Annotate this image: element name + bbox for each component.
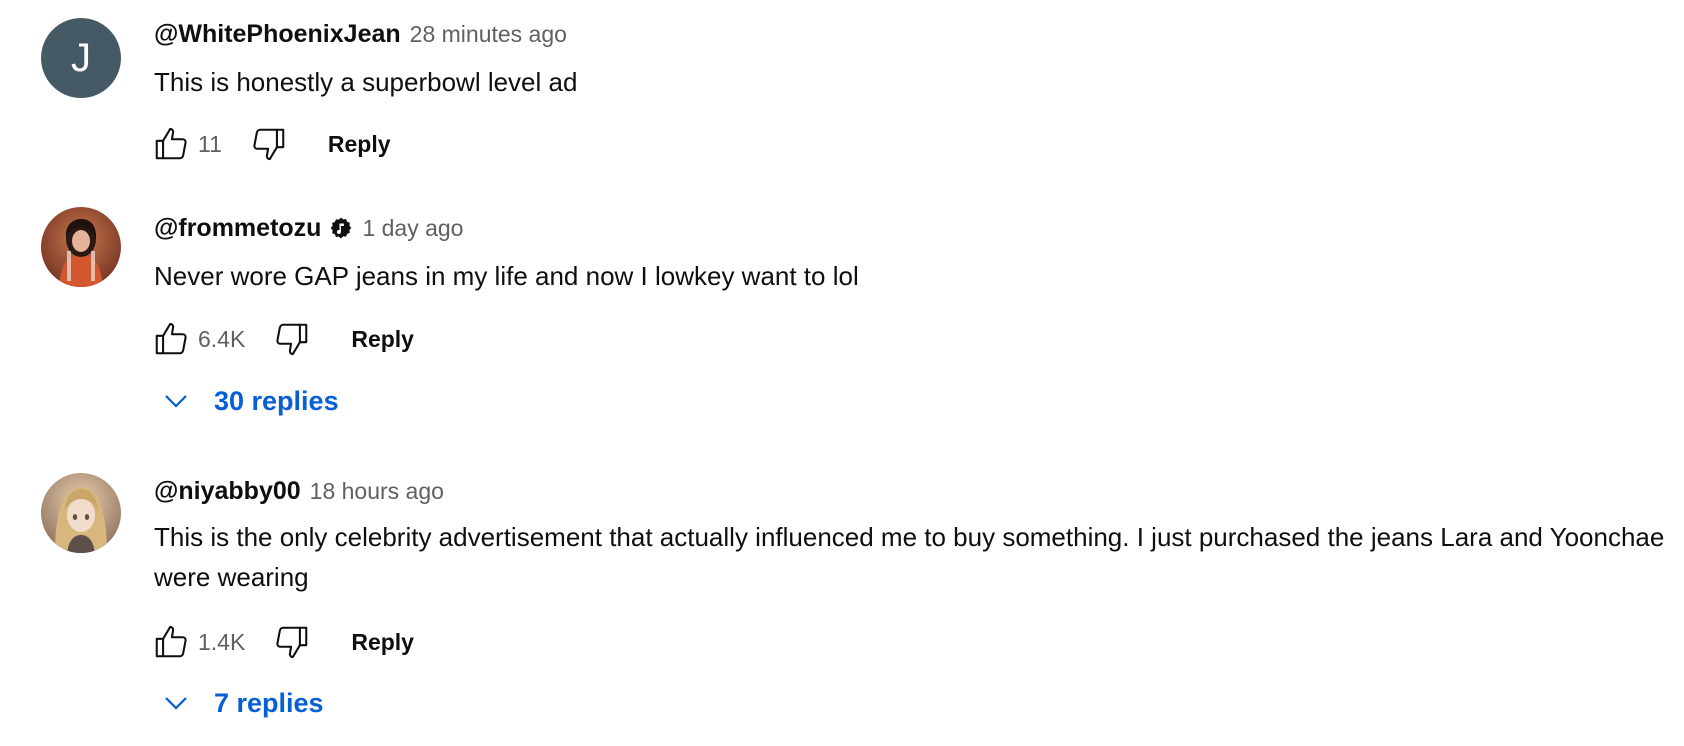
comment-timestamp[interactable]: 28 minutes ago — [410, 21, 567, 48]
reply-button[interactable]: Reply — [351, 326, 414, 353]
comment-header: @WhitePhoenixJean 28 minutes ago — [154, 20, 567, 49]
thumbs-up-icon — [155, 322, 187, 355]
view-replies-button[interactable]: 30 replies — [160, 385, 339, 417]
comment-header: @frommetozu 1 day ago — [154, 212, 463, 243]
avatar[interactable]: J — [41, 18, 121, 98]
comment-actions: 1.4K Reply — [150, 620, 414, 664]
thumbs-up-icon — [155, 127, 187, 160]
comment-timestamp[interactable]: 18 hours ago — [310, 478, 444, 505]
replies-count-label: 7 replies — [214, 687, 324, 718]
comment-header: @niyabby00 18 hours ago — [154, 477, 444, 506]
thumbs-up-icon — [155, 625, 187, 658]
like-button[interactable] — [150, 318, 192, 360]
dislike-button[interactable] — [271, 318, 313, 360]
like-count: 6.4K — [198, 325, 246, 352]
avatar-photo — [41, 473, 121, 553]
replies-count-label: 30 replies — [214, 385, 339, 416]
reply-button[interactable]: Reply — [351, 629, 414, 656]
comment-text: This is the only celebrity advertisement… — [154, 522, 1665, 592]
thumbs-down-icon — [253, 128, 285, 161]
avatar-photo — [41, 207, 121, 287]
comment-actions: 11 Reply — [150, 122, 391, 166]
avatar-initial: J — [71, 35, 91, 80]
like-button[interactable] — [150, 123, 192, 165]
like-count: 1.4K — [198, 628, 246, 655]
dislike-button[interactable] — [271, 621, 313, 663]
avatar[interactable] — [41, 207, 121, 287]
author-name[interactable]: @WhitePhoenixJean — [154, 20, 401, 49]
dislike-button[interactable] — [248, 123, 290, 165]
music-note-badge-icon — [329, 216, 353, 240]
comment-actions: 6.4K Reply — [150, 317, 414, 361]
author-name[interactable]: @frommetozu — [154, 214, 321, 243]
reply-button[interactable]: Reply — [328, 131, 391, 158]
author-name[interactable]: @niyabby00 — [154, 477, 301, 506]
thumbs-down-icon — [276, 323, 308, 356]
view-replies-button[interactable]: 7 replies — [160, 687, 324, 719]
avatar[interactable] — [41, 473, 121, 553]
comment-timestamp[interactable]: 1 day ago — [362, 215, 463, 242]
comment-text: Never wore GAP jeans in my life and now … — [154, 261, 859, 291]
like-count: 11 — [198, 130, 222, 157]
comment-text: This is honestly a superbowl level ad — [154, 67, 578, 97]
thumbs-down-icon — [276, 626, 308, 659]
like-button[interactable] — [150, 621, 192, 663]
comments-section: J @WhitePhoenixJean 28 minutes ago This … — [0, 0, 1684, 746]
chevron-down-icon — [160, 687, 192, 719]
chevron-down-icon — [160, 385, 192, 417]
